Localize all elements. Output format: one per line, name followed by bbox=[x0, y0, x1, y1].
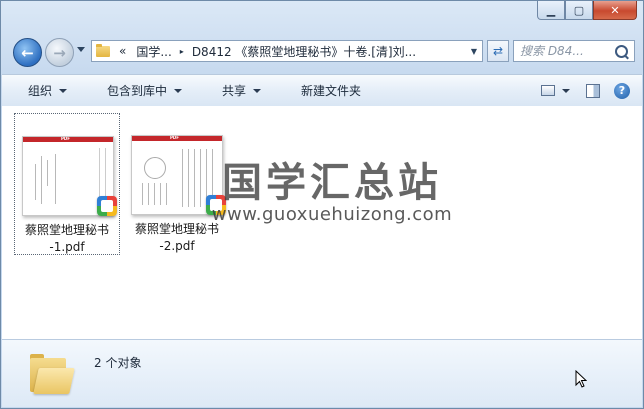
include-in-library-button[interactable]: 包含到库中 bbox=[81, 82, 196, 99]
share-button[interactable]: 共享 bbox=[196, 82, 275, 99]
navigation-bar: ← → « 国学... ▸ D8412 《蔡照堂地理秘书》十卷.[清]刘... … bbox=[9, 35, 635, 67]
maximize-button[interactable]: ▢ bbox=[565, 1, 593, 20]
chevron-down-icon bbox=[253, 88, 262, 93]
file-name: 蔡照堂地理秘书 -2.pdf bbox=[124, 221, 230, 255]
view-options-dropdown-icon[interactable] bbox=[562, 88, 570, 93]
breadcrumb-item[interactable]: 国学... bbox=[131, 43, 176, 60]
search-input[interactable] bbox=[520, 44, 602, 58]
file-name-line-2: -2.pdf bbox=[159, 239, 195, 253]
new-folder-button[interactable]: 新建文件夹 bbox=[275, 82, 375, 99]
watermark-title: 国学汇总站 bbox=[222, 160, 442, 206]
minimize-button[interactable]: ▁ bbox=[537, 1, 565, 20]
file-name-line-1: 蔡照堂地理秘书 bbox=[134, 222, 219, 236]
change-view-icon[interactable] bbox=[541, 85, 555, 96]
new-folder-label: 新建文件夹 bbox=[301, 84, 362, 98]
details-pane: 2 个对象 bbox=[2, 339, 642, 407]
address-bar[interactable]: « 国学... ▸ D8412 《蔡照堂地理秘书》十卷.[清]刘... ▼ bbox=[91, 40, 483, 62]
watermark: 国学汇总站 www.guoxuehuizong.com bbox=[187, 160, 477, 225]
file-item[interactable]: PDF 蔡照堂地理秘书 -2.pdf bbox=[124, 113, 230, 255]
folder-icon bbox=[96, 43, 110, 57]
file-item[interactable]: PDF 蔡照堂地理秘书 -1.pdf bbox=[14, 113, 120, 255]
back-button[interactable]: ← bbox=[13, 38, 42, 67]
refresh-icon: ⇄ bbox=[492, 44, 504, 58]
forward-arrow-icon: → bbox=[53, 43, 66, 62]
command-bar: 组织 包含到库中 共享 新建文件夹 ? bbox=[2, 74, 642, 107]
file-name-line-1: 蔡照堂地理秘书 bbox=[24, 223, 109, 237]
help-icon[interactable]: ? bbox=[614, 82, 630, 99]
breadcrumb-item-current[interactable]: D8412 《蔡照堂地理秘书》十卷.[清]刘... bbox=[187, 43, 421, 60]
mouse-cursor-icon bbox=[575, 370, 587, 388]
chevron-down-icon bbox=[59, 88, 68, 93]
recent-pages-dropdown-icon[interactable] bbox=[77, 47, 85, 52]
forward-button[interactable]: → bbox=[45, 38, 74, 67]
organize-button[interactable]: 组织 bbox=[2, 82, 81, 99]
pdf-reader-app-icon bbox=[206, 195, 226, 215]
explorer-window: ▁ ▢ ✕ ← → « 国学... ▸ D8412 《蔡照堂地理秘书》十卷.[清… bbox=[0, 0, 644, 409]
pdf-banner-label: PDF bbox=[61, 136, 70, 141]
breadcrumb-separator-icon[interactable]: ▸ bbox=[177, 47, 187, 56]
organize-label: 组织 bbox=[28, 84, 53, 98]
share-label: 共享 bbox=[222, 84, 247, 98]
window-controls: ▁ ▢ ✕ bbox=[537, 1, 637, 20]
pdf-reader-app-icon bbox=[97, 196, 117, 216]
close-button[interactable]: ✕ bbox=[593, 1, 637, 20]
watermark-url: www.guoxuehuizong.com bbox=[211, 204, 453, 225]
include-in-library-label: 包含到库中 bbox=[107, 84, 168, 98]
file-name: 蔡照堂地理秘书 -1.pdf bbox=[15, 222, 119, 256]
item-count: 2 个对象 bbox=[94, 356, 142, 370]
chevron-down-icon bbox=[174, 88, 183, 93]
pdf-banner-label: PDF bbox=[170, 135, 179, 140]
refresh-button[interactable]: ⇄ bbox=[487, 40, 509, 62]
preview-pane-icon[interactable] bbox=[586, 83, 600, 98]
file-list[interactable]: PDF 蔡照堂地理秘书 -1.pdf PDF 蔡照堂地理秘书 -2.pdf 国学… bbox=[2, 106, 642, 339]
file-name-line-2: -1.pdf bbox=[49, 240, 85, 254]
address-dropdown-icon[interactable]: ▼ bbox=[466, 47, 482, 56]
breadcrumb-overflow[interactable]: « bbox=[114, 44, 131, 58]
folder-icon bbox=[30, 354, 75, 394]
search-icon[interactable] bbox=[615, 44, 628, 58]
search-box[interactable] bbox=[513, 40, 635, 62]
back-arrow-icon: ← bbox=[21, 43, 34, 62]
